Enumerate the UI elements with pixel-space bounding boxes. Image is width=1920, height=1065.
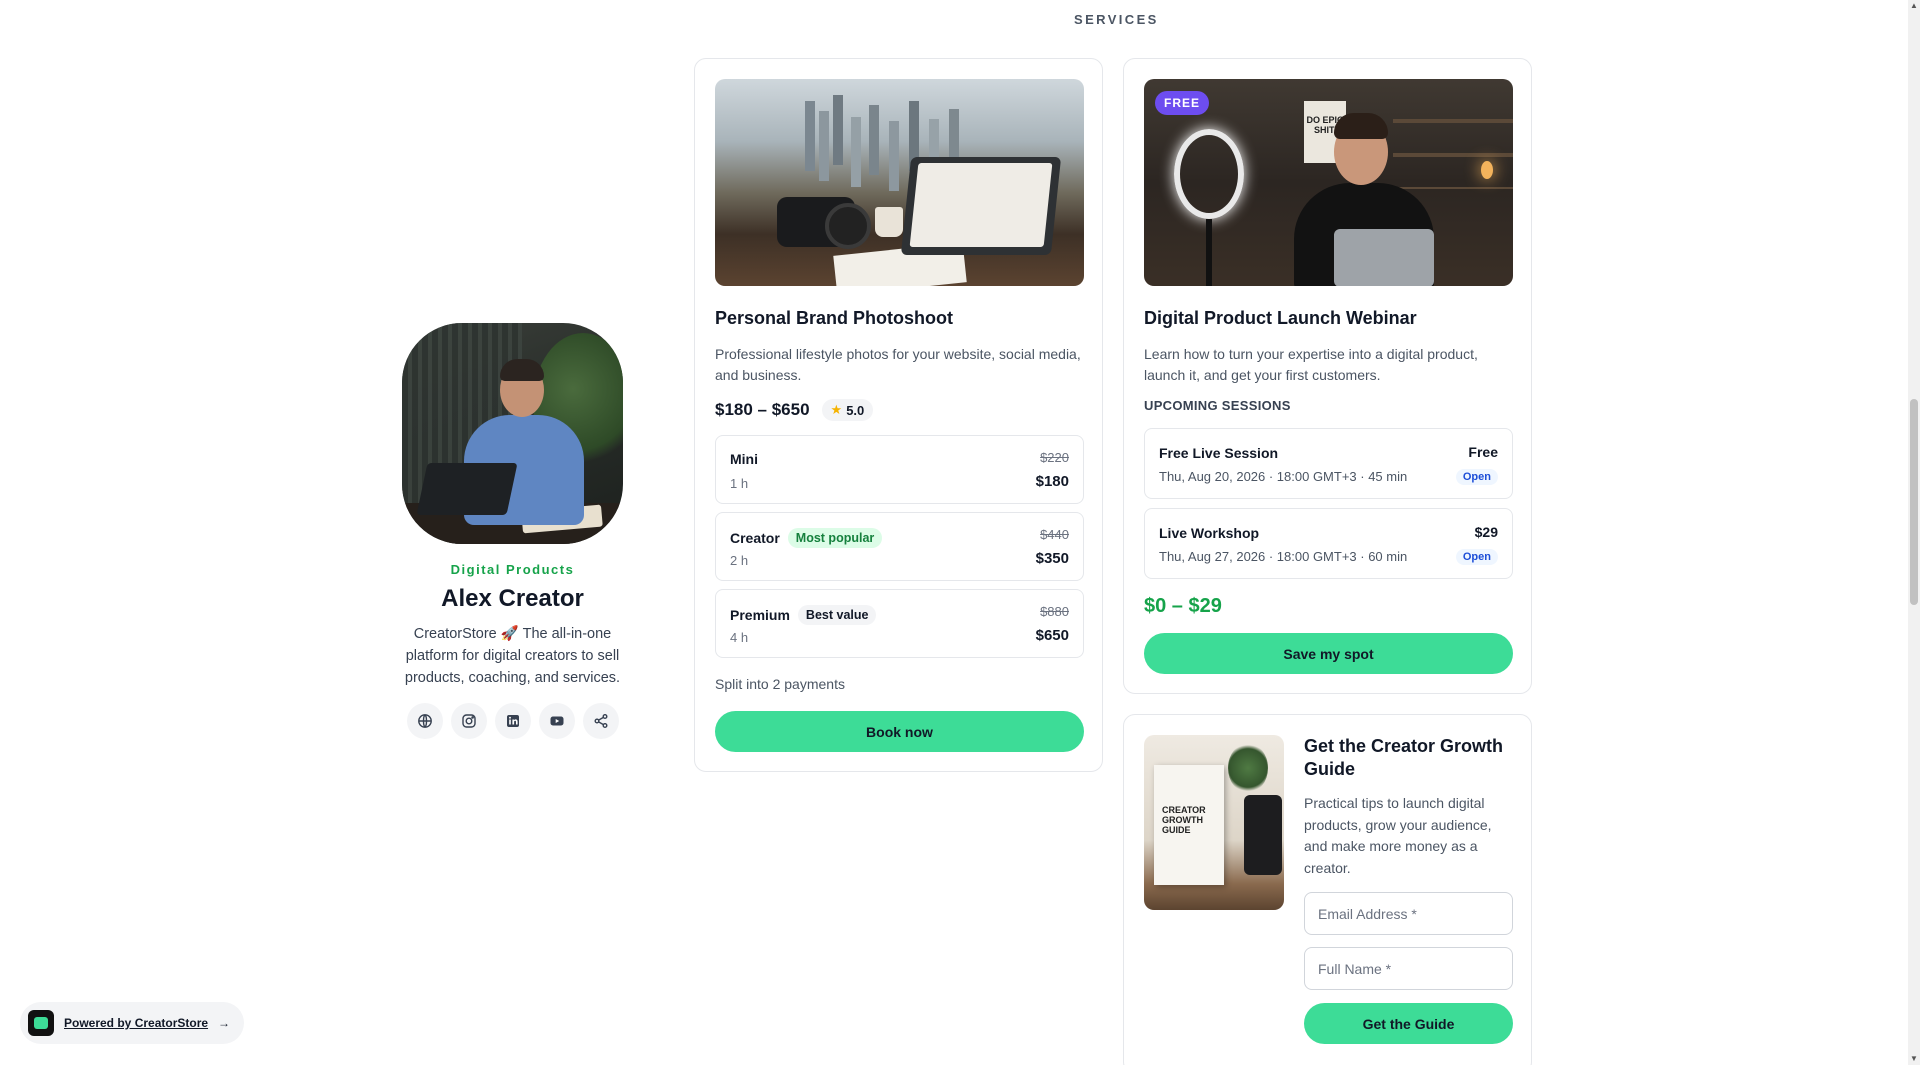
tier-duration: 4 h bbox=[730, 630, 749, 645]
guide-card: CREATOR GROWTH GUIDE Get the Creator Gro… bbox=[1123, 714, 1532, 1065]
photoshoot-image bbox=[715, 79, 1084, 286]
split-payments-note: Split into 2 payments bbox=[715, 676, 845, 692]
social-links bbox=[390, 703, 635, 739]
youtube-icon[interactable] bbox=[538, 703, 575, 739]
tier-option-creator[interactable]: Creator Most popular 2 h $440 $350 bbox=[715, 512, 1084, 581]
photoshoot-price-row: $180 – $650 ★ 5.0 bbox=[715, 399, 874, 421]
linkedin-icon[interactable] bbox=[494, 703, 531, 739]
webinar-card: DO EPIC SHIT. FREE Digital Product Launc… bbox=[1123, 58, 1532, 694]
guide-description: Practical tips to launch digital product… bbox=[1304, 795, 1492, 876]
most-popular-tag: Most popular bbox=[787, 528, 883, 548]
tier-duration: 2 h bbox=[730, 553, 749, 568]
tier-name: Creator bbox=[730, 530, 780, 546]
free-badge: FREE bbox=[1155, 91, 1210, 115]
page-scrollbar[interactable]: ▲ ▼ bbox=[1908, 0, 1920, 1065]
full-name-field[interactable] bbox=[1304, 947, 1513, 990]
photoshoot-price-range: $180 – $650 bbox=[715, 400, 810, 419]
profile-bio: CreatorStore 🚀 The all-in-one platform f… bbox=[404, 626, 621, 686]
scroll-down-icon[interactable]: ▼ bbox=[1910, 1055, 1918, 1063]
sessions-label: UPCOMING SESSIONS bbox=[1144, 398, 1291, 413]
webinar-title: Digital Product Launch Webinar bbox=[1144, 308, 1417, 328]
tier-price: $180 bbox=[1035, 473, 1069, 490]
email-field[interactable] bbox=[1304, 892, 1513, 935]
session-name: Free Live Session bbox=[1159, 445, 1279, 461]
webinar-image: DO EPIC SHIT. FREE bbox=[1144, 79, 1513, 286]
guide-cover-image: CREATOR GROWTH GUIDE bbox=[1144, 735, 1284, 910]
session-name: Live Workshop bbox=[1159, 525, 1260, 541]
profile-name: Alex Creator bbox=[441, 585, 584, 612]
photoshoot-card: Personal Brand Photoshoot Professional l… bbox=[694, 58, 1103, 772]
session-status-badge: Open bbox=[1455, 549, 1498, 565]
session-info: Thu, Aug 27, 2026 · 18:00 GMT+3 · 60 min bbox=[1159, 549, 1408, 564]
instagram-icon[interactable] bbox=[450, 703, 487, 739]
session-price: Free bbox=[1468, 444, 1498, 460]
guide-cover-text: CREATOR GROWTH GUIDE bbox=[1162, 805, 1206, 835]
powered-by-label: Powered by CreatorStore bbox=[64, 1016, 209, 1030]
tier-old-price: $880 bbox=[1040, 604, 1069, 619]
webinar-description: Learn how to turn your expertise into a … bbox=[1144, 346, 1478, 383]
tier-old-price: $440 bbox=[1040, 527, 1069, 542]
best-value-tag: Best value bbox=[797, 605, 877, 625]
star-icon: ★ bbox=[830, 402, 843, 417]
save-my-spot-button[interactable]: Save my spot bbox=[1144, 633, 1513, 674]
session-option[interactable]: Live Workshop Thu, Aug 27, 2026 · 18:00 … bbox=[1144, 508, 1513, 579]
globe-icon[interactable] bbox=[406, 703, 443, 739]
profile-column: Digital Products Alex Creator CreatorSto… bbox=[390, 323, 635, 739]
share-icon[interactable] bbox=[582, 703, 619, 739]
rating-value: 5.0 bbox=[846, 402, 865, 418]
tier-price: $650 bbox=[1035, 627, 1069, 644]
tier-price: $350 bbox=[1035, 550, 1069, 567]
powered-by-badge[interactable]: Powered by CreatorStore → bbox=[20, 1002, 245, 1044]
rating-badge: ★ 5.0 bbox=[821, 399, 874, 421]
tier-name: Premium bbox=[730, 607, 790, 623]
session-price: $29 bbox=[1474, 524, 1498, 540]
session-info: Thu, Aug 20, 2026 · 18:00 GMT+3 · 45 min bbox=[1159, 469, 1408, 484]
tier-duration: 1 h bbox=[730, 476, 749, 491]
tier-option-premium[interactable]: Premium Best value 4 h $880 $650 bbox=[715, 589, 1084, 658]
tier-old-price: $220 bbox=[1040, 450, 1069, 465]
arrow-right-icon: → bbox=[218, 1016, 231, 1030]
photoshoot-title: Personal Brand Photoshoot bbox=[715, 308, 954, 328]
guide-title: Get the Creator Growth Guide bbox=[1304, 736, 1504, 779]
session-option[interactable]: Free Live Session Thu, Aug 20, 2026 · 18… bbox=[1144, 428, 1513, 499]
photoshoot-description: Professional lifestyle photos for your w… bbox=[715, 346, 1081, 383]
section-title: SERVICES bbox=[1074, 12, 1159, 27]
scrollbar-thumb[interactable] bbox=[1910, 399, 1918, 605]
session-status-badge: Open bbox=[1455, 469, 1498, 485]
profile-category: Digital Products bbox=[450, 562, 575, 577]
scroll-up-icon[interactable]: ▲ bbox=[1910, 2, 1918, 10]
avatar bbox=[402, 323, 623, 544]
webinar-price-range: $0 – $29 bbox=[1144, 595, 1222, 617]
book-now-button[interactable]: Book now bbox=[715, 711, 1084, 752]
creatorstore-logo-icon bbox=[28, 1010, 54, 1036]
get-guide-button[interactable]: Get the Guide bbox=[1304, 1003, 1513, 1044]
tier-option-mini[interactable]: Mini 1 h $220 $180 bbox=[715, 435, 1084, 504]
tier-name: Mini bbox=[730, 451, 758, 467]
